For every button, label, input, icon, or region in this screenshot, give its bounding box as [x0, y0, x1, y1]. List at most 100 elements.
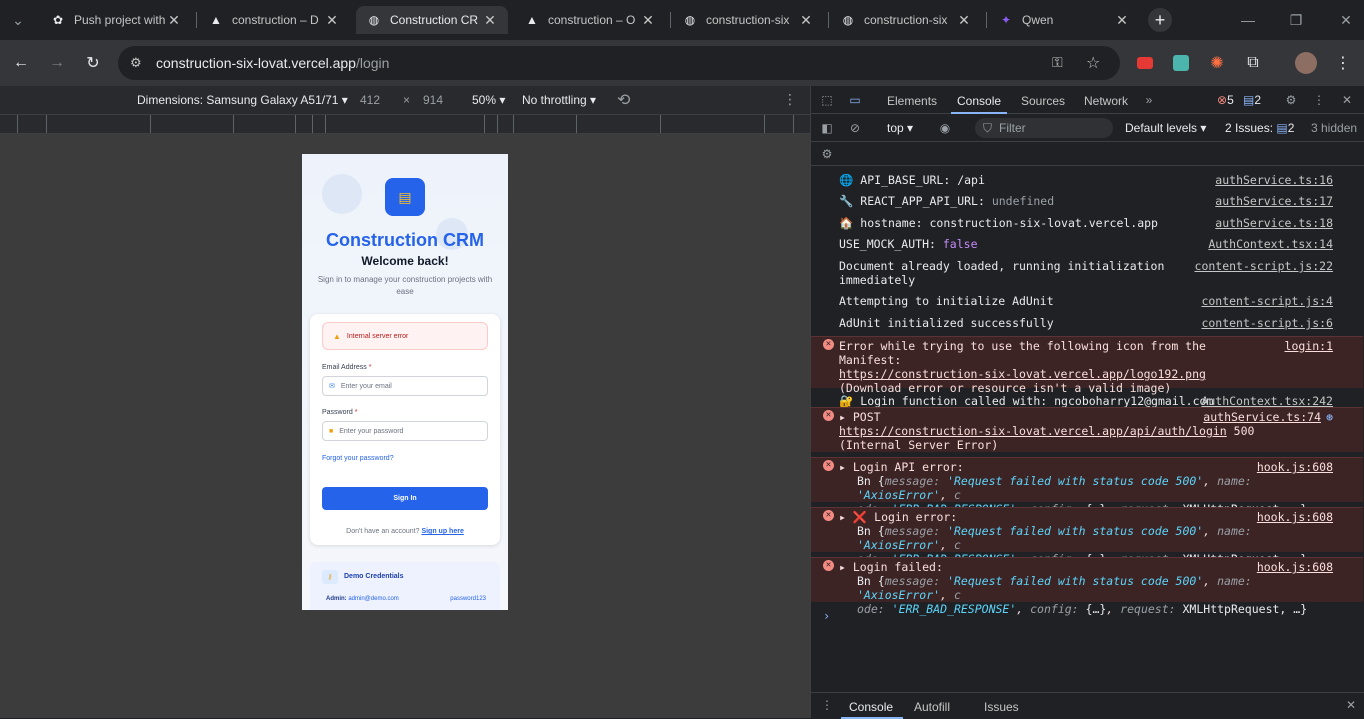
source-link[interactable]: authService.ts:18 [1215, 216, 1333, 230]
bookmark-star-icon[interactable]: ☆ [1086, 53, 1100, 73]
rotate-icon[interactable]: ⟲ [617, 90, 630, 110]
back-icon[interactable]: ← [9, 51, 33, 75]
app-title: Construction CRM [326, 230, 484, 250]
expand-arrow-icon[interactable]: ▸ [839, 510, 846, 524]
message-counter[interactable]: ▤2 [1243, 93, 1261, 107]
close-icon[interactable]: ✕ [482, 12, 498, 28]
openai-icon: ✿ [52, 13, 64, 27]
expand-arrow-icon[interactable]: ▸ [839, 460, 846, 474]
extension-red-icon[interactable] [1133, 51, 1157, 75]
device-more-icon[interactable]: ⋮ [783, 91, 797, 108]
tab-search-icon[interactable]: ⌄ [6, 8, 30, 32]
source-link[interactable]: authService.ts:74 [1203, 410, 1321, 424]
extension-teal-icon[interactable] [1169, 51, 1193, 75]
close-icon[interactable]: ✕ [798, 12, 814, 28]
console-error: ✕ ▸ Login failed: Bn {message: 'Request … [811, 557, 1363, 616]
tab-network[interactable]: Network [1084, 94, 1128, 108]
source-link[interactable]: content-script.js:6 [1201, 316, 1333, 330]
email-label: Email Address * [322, 364, 372, 371]
minimize-icon[interactable]: — [1236, 8, 1260, 32]
tab-push-project[interactable]: ✿ Push project with ✕ [40, 6, 192, 34]
console-prompt-icon[interactable]: › [823, 609, 830, 623]
address-bar[interactable]: ⚙ construction-six-lovat.vercel.app/logi… [118, 46, 1120, 80]
email-field[interactable]: ✉ Enter your email [322, 376, 488, 396]
tab-construction-six-2[interactable]: ◍ construction-six ✕ [830, 6, 982, 34]
inspect-element-icon[interactable]: ⬚ [819, 92, 835, 108]
forward-icon[interactable]: → [45, 51, 69, 75]
sign-up-link[interactable]: Sign up here [421, 528, 463, 535]
console-message: USE_MOCK_AUTH: false AuthContext.tsx:14 [839, 237, 1333, 251]
network-request-icon[interactable]: ⊛ [1326, 410, 1333, 424]
tab-elements[interactable]: Elements [887, 94, 937, 108]
close-icon[interactable]: ✕ [640, 12, 656, 28]
live-expression-eye-icon[interactable]: ◉ [937, 120, 953, 136]
close-drawer-icon[interactable]: ✕ [1343, 697, 1359, 713]
context-select[interactable]: top ▾ [887, 121, 913, 135]
filter-input[interactable]: ⛉ Filter [975, 118, 1113, 138]
device-toggle-icon[interactable]: ▭ [847, 92, 863, 108]
warning-icon: ▲ [333, 331, 341, 341]
zoom-select[interactable]: 50% ▾ [472, 93, 505, 107]
device-width-input[interactable]: 412 [360, 93, 380, 107]
new-tab-icon[interactable]: + [1148, 8, 1172, 32]
source-link[interactable]: login:1 [1285, 339, 1333, 353]
close-devtools-icon[interactable]: ✕ [1339, 92, 1355, 108]
expand-arrow-icon[interactable]: ▸ [839, 410, 846, 424]
source-link[interactable]: AuthContext.tsx:14 [1208, 237, 1333, 251]
source-link[interactable]: hook.js:608 [1257, 460, 1333, 474]
drawer-tab-console[interactable]: Console [849, 700, 893, 714]
password-field[interactable]: ■ Enter your password [322, 421, 488, 441]
drawer-tab-autofill[interactable]: Autofill [914, 700, 950, 714]
source-link[interactable]: authService.ts:17 [1215, 194, 1333, 208]
forgot-password-link[interactable]: Forgot your password? [322, 455, 394, 462]
password-key-icon[interactable]: ⚿ [1052, 54, 1063, 71]
console-settings-icon[interactable]: ⚙ [819, 146, 835, 162]
drawer-menu-icon[interactable]: ⋮ [819, 697, 835, 713]
source-link[interactable]: content-script.js:22 [1195, 259, 1333, 273]
issues-link[interactable]: 2 Issues: ▤2 [1225, 121, 1294, 135]
manifest-icon-link[interactable]: https://construction-six-lovat.vercel.ap… [839, 367, 1206, 381]
tab-qwen[interactable]: ✦ Qwen ✕ [988, 6, 1140, 34]
expand-arrow-icon[interactable]: ▸ [839, 560, 846, 574]
lock-icon: ■ [329, 427, 334, 435]
tab-sources[interactable]: Sources [1021, 94, 1065, 108]
site-info-icon[interactable]: ⚙ [130, 55, 142, 71]
devtools-menu-icon[interactable]: ⋮ [1311, 92, 1327, 108]
source-link[interactable]: content-script.js:4 [1201, 294, 1333, 308]
extensions-puzzle-icon[interactable]: ⧉ [1241, 51, 1265, 75]
request-url-link[interactable]: https://construction-six-lovat.vercel.ap… [839, 424, 1227, 438]
close-icon[interactable]: ✕ [166, 12, 182, 28]
error-alert: ▲ Internal server error [322, 322, 488, 350]
tab-construction-six-1[interactable]: ◍ construction-six ✕ [672, 6, 824, 34]
demo-admin-row: Admin: admin@demo.com password123 [326, 596, 486, 602]
throttling-select[interactable]: No throttling ▾ [522, 93, 596, 107]
source-link[interactable]: authService.ts:16 [1215, 173, 1333, 187]
decorative-circle [322, 174, 362, 214]
tab-construction-o[interactable]: ▲ construction – O ✕ [514, 6, 666, 34]
source-link[interactable]: AuthContext.tsx:242 [1201, 394, 1333, 408]
profile-avatar[interactable] [1294, 51, 1318, 75]
close-icon[interactable]: ✕ [1114, 12, 1130, 28]
device-select[interactable]: Dimensions: Samsung Galaxy A51/71 ▾ [137, 93, 348, 107]
source-link[interactable]: hook.js:608 [1257, 510, 1333, 524]
close-window-icon[interactable]: ✕ [1334, 8, 1358, 32]
close-icon[interactable]: ✕ [324, 12, 340, 28]
tab-console[interactable]: Console [957, 94, 1001, 108]
more-tabs-icon[interactable]: » [1141, 92, 1157, 108]
close-icon[interactable]: ✕ [956, 12, 972, 28]
log-levels-select[interactable]: Default levels ▾ [1125, 121, 1206, 135]
tab-construction-crm[interactable]: ◍ Construction CR ✕ [356, 6, 508, 34]
extension-orange-icon[interactable]: ✺ [1205, 51, 1229, 75]
drawer-tab-issues[interactable]: Issues [984, 700, 1019, 714]
reload-icon[interactable]: ↻ [81, 51, 105, 75]
device-height-input[interactable]: 914 [423, 93, 443, 107]
source-link[interactable]: hook.js:608 [1257, 560, 1333, 574]
maximize-icon[interactable]: ❐ [1284, 8, 1308, 32]
error-counter[interactable]: ⊗5 [1217, 93, 1234, 107]
clear-console-icon[interactable]: ⊘ [847, 120, 863, 136]
settings-gear-icon[interactable]: ⚙ [1283, 92, 1299, 108]
sign-in-button[interactable]: Sign In [322, 487, 488, 510]
tab-construction-d[interactable]: ▲ construction – D ✕ [198, 6, 350, 34]
sidebar-toggle-icon[interactable]: ◧ [819, 120, 835, 136]
browser-menu-icon[interactable]: ⋮ [1331, 51, 1355, 75]
